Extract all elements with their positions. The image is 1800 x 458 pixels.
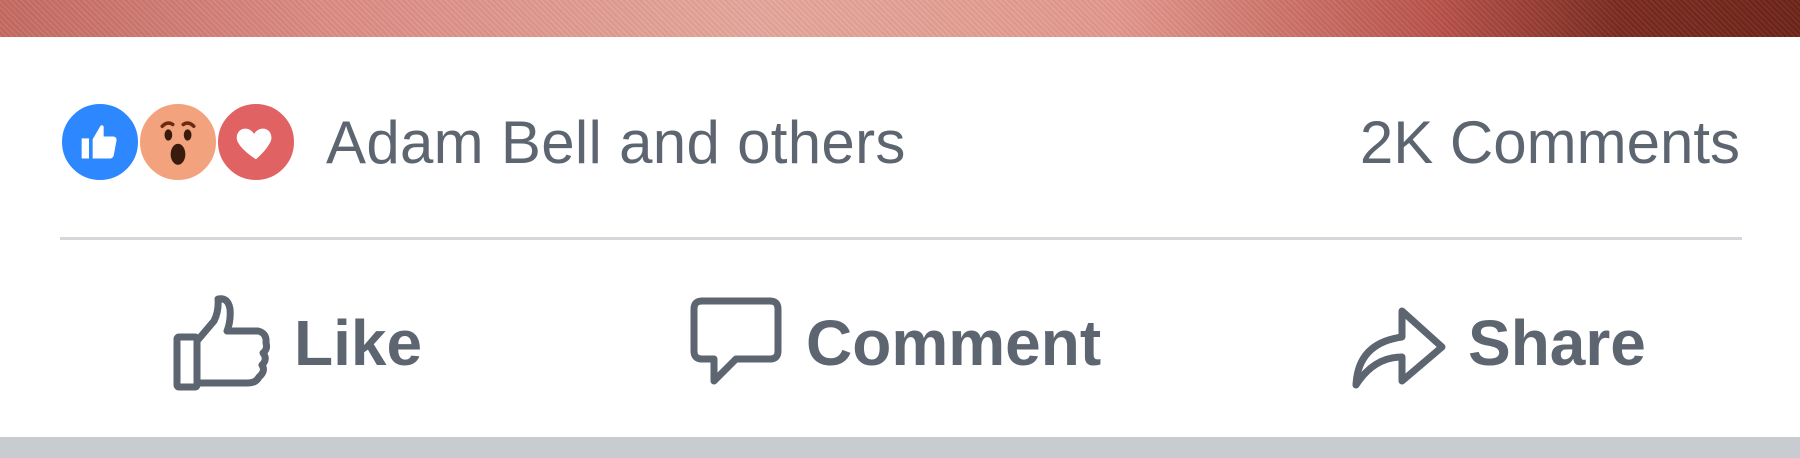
reactions-summary[interactable]: Adam Bell and others — [60, 102, 906, 182]
engagement-stats: Adam Bell and others 2K Comments — [60, 97, 1740, 187]
divider — [60, 237, 1742, 240]
post-image[interactable] — [0, 0, 1800, 37]
like-button[interactable]: Like — [172, 273, 422, 413]
reaction-icons — [60, 102, 296, 182]
speech-bubble-icon — [684, 291, 788, 395]
comment-button[interactable]: Comment — [684, 273, 1101, 413]
like-reaction-icon — [60, 102, 140, 182]
share-button[interactable]: Share — [1346, 273, 1646, 413]
feed-separator — [0, 437, 1800, 458]
comment-button-label: Comment — [806, 307, 1102, 379]
comments-count-link[interactable]: 2K Comments — [1360, 108, 1740, 177]
share-button-label: Share — [1468, 307, 1646, 379]
reactors-summary-text: Adam Bell and others — [326, 108, 906, 176]
thumbs-up-icon — [172, 291, 276, 395]
post-footer: Adam Bell and others 2K Comments Like Co… — [0, 37, 1800, 437]
share-arrow-icon — [1346, 291, 1450, 395]
like-button-label: Like — [294, 307, 423, 379]
wow-reaction-icon — [138, 102, 218, 182]
love-reaction-icon — [216, 102, 296, 182]
post-actions: Like Comment Share — [0, 273, 1800, 413]
